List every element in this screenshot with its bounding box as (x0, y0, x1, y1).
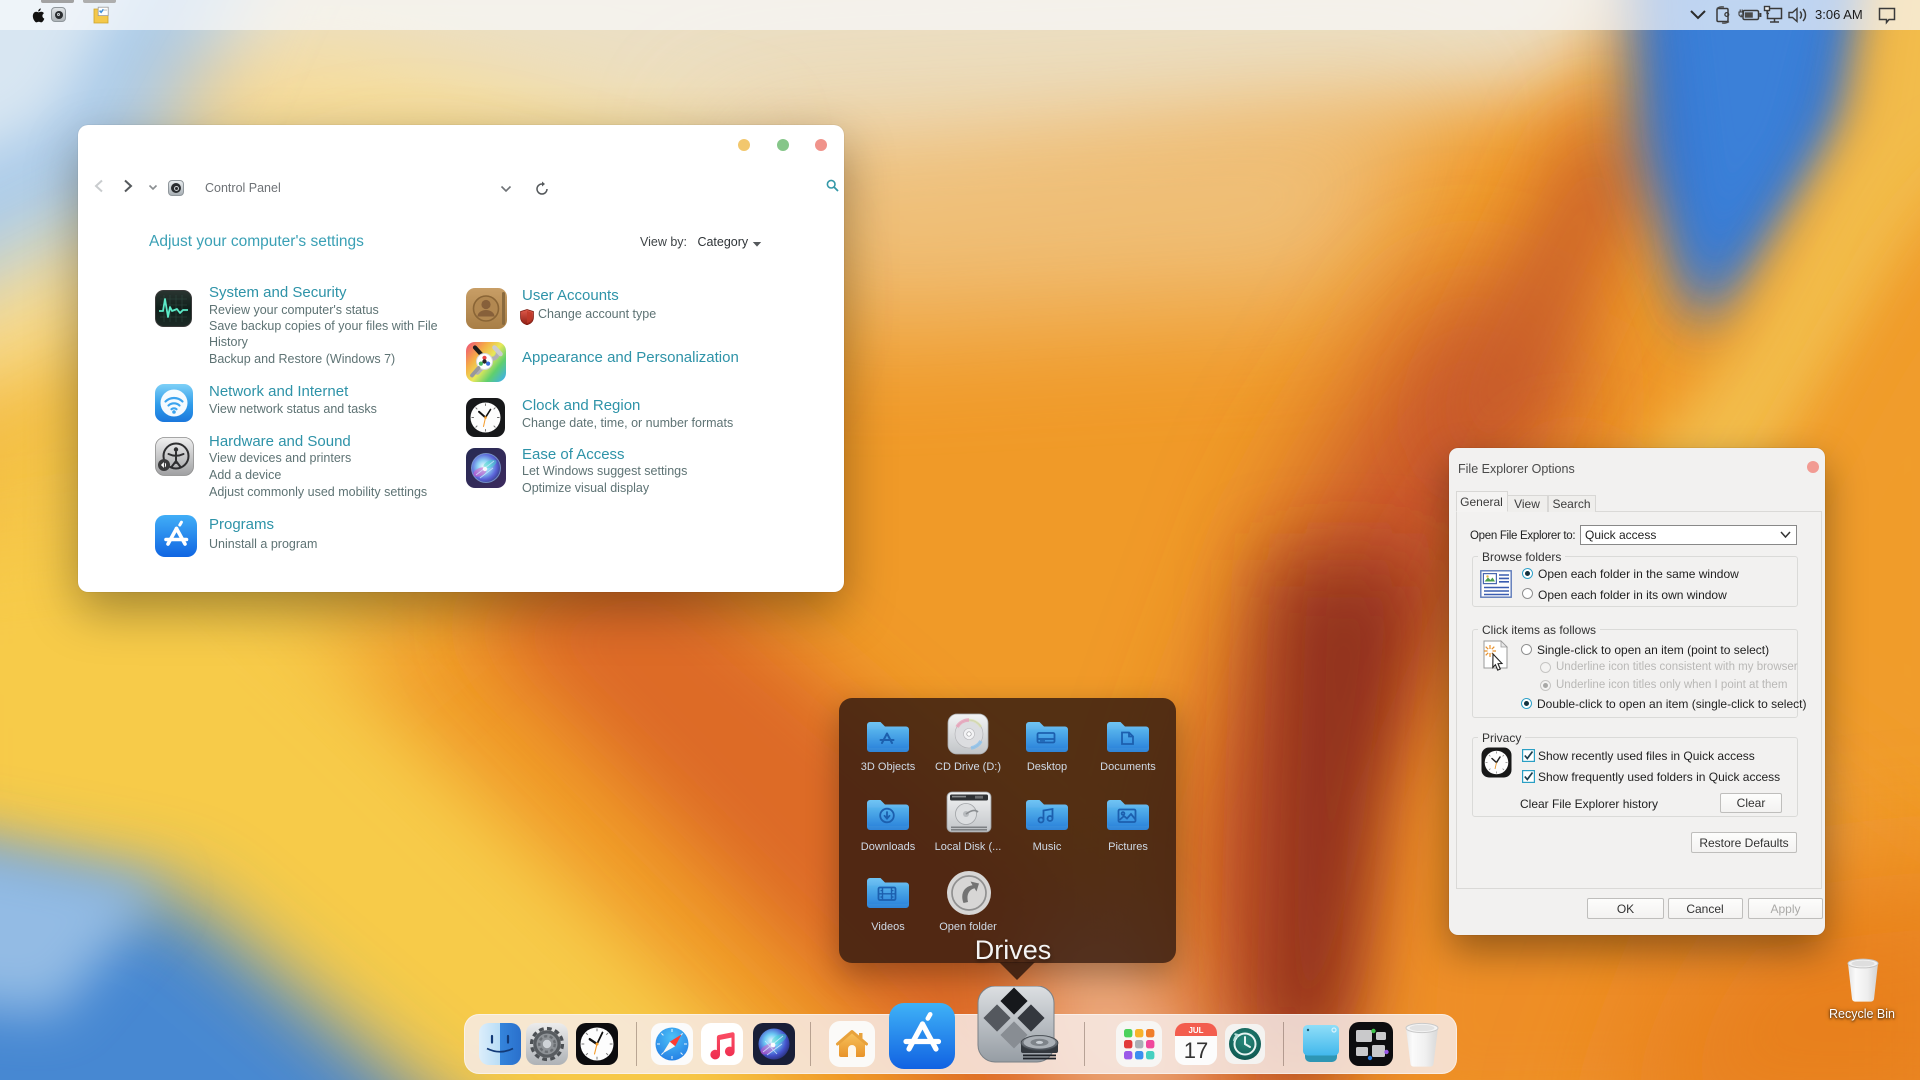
svg-text:Local Disk (...: Local Disk (... (935, 841, 1002, 853)
svg-text:Pictures: Pictures (1108, 841, 1148, 853)
svg-text:Downloads: Downloads (861, 841, 916, 853)
svg-text:CD Drive (D:): CD Drive (D:) (935, 761, 1001, 773)
svg-text:Open folder: Open folder (939, 921, 997, 933)
svg-text:Desktop: Desktop (1027, 761, 1067, 773)
svg-text:Music: Music (1033, 841, 1062, 853)
svg-text:Videos: Videos (871, 921, 905, 933)
svg-text:JUL: JUL (1188, 1026, 1203, 1035)
svg-text:17: 17 (1184, 1038, 1208, 1063)
svg-text:Documents: Documents (1100, 761, 1156, 773)
svg-text:3D Objects: 3D Objects (861, 761, 916, 773)
